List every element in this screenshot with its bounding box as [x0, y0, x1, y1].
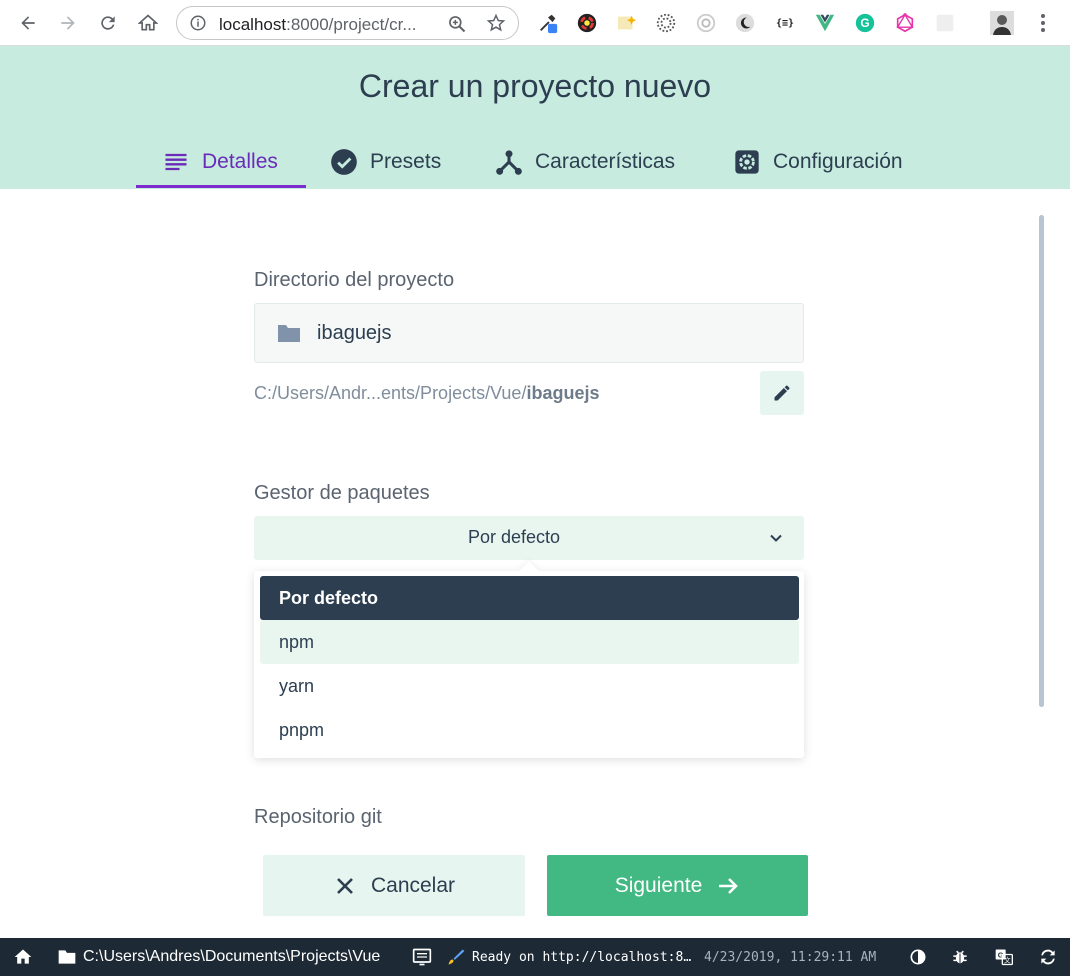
pencil-icon	[774, 385, 790, 401]
dark-mode-extension-icon[interactable]	[734, 12, 756, 34]
reload-icon[interactable]	[93, 8, 123, 38]
option-npm[interactable]: npm	[260, 620, 799, 664]
tab-configuracion[interactable]: Configuración	[733, 134, 903, 189]
log-message: Ready on http://localhost:8…	[472, 949, 692, 965]
close-icon	[337, 877, 353, 894]
brush-icon	[446, 938, 466, 976]
home-status-icon[interactable]	[13, 938, 33, 976]
check-circle-icon	[331, 148, 357, 175]
console-status-icon[interactable]	[412, 938, 432, 976]
package-manager-dropdown: Por defecto npm yarn pnpm	[254, 571, 804, 758]
next-button[interactable]: Siguiente	[547, 855, 808, 916]
next-label: Siguiente	[614, 873, 703, 897]
url-text[interactable]: localhost:8000/project/cr...	[219, 15, 417, 35]
path-prefix: C:/Users/Andr...ents/Projects/Vue/	[254, 383, 527, 403]
back-icon[interactable]	[13, 8, 43, 38]
zoom-icon[interactable]	[447, 14, 467, 34]
url-host: localhost	[219, 15, 287, 34]
profile-avatar-icon[interactable]	[990, 11, 1014, 35]
page-title: Crear un proyecto nuevo	[358, 68, 712, 104]
edit-path-button[interactable]	[760, 371, 804, 415]
app-header: Crear un proyecto nuevo Detalles Presets…	[0, 46, 1070, 189]
tab-caracteristicas[interactable]: Características	[495, 134, 675, 189]
translate-icon[interactable]: G文	[994, 938, 1014, 976]
sparkle-extension-icon[interactable]	[616, 12, 638, 34]
option-yarn[interactable]: yarn	[260, 664, 799, 708]
tab-detalles[interactable]: Detalles	[162, 134, 278, 189]
scrollbar[interactable]	[1039, 215, 1044, 707]
home-icon[interactable]	[133, 8, 163, 38]
fork-icon	[496, 149, 522, 175]
url-path: :8000/project/cr...	[286, 15, 417, 34]
current-folder-path: C:\Users\Andres\Documents\Projects\Vue	[83, 948, 381, 965]
bug-report-icon[interactable]	[950, 938, 970, 976]
json-extension-icon[interactable]: {≡}	[774, 12, 796, 34]
project-folder-field[interactable]: ibaguejs	[254, 303, 804, 363]
tab-label: Detalles	[202, 149, 278, 173]
graphql-icon[interactable]	[894, 12, 916, 34]
option-pnpm[interactable]: pnpm	[260, 708, 799, 752]
vue-devtools-icon[interactable]	[814, 12, 836, 34]
svg-text:文: 文	[1004, 955, 1011, 964]
address-bar[interactable]: localhost:8000/project/cr...	[176, 6, 519, 40]
project-path: C:/Users/Andr...ents/Projects/Vue/ibague…	[254, 383, 599, 404]
path-folder: ibaguejs	[526, 383, 600, 403]
color-wheel-extension-icon[interactable]	[576, 12, 598, 34]
eyedropper-extension-icon[interactable]	[537, 12, 559, 34]
bookmark-star-icon[interactable]	[486, 13, 506, 33]
blank-extension-icon[interactable]	[934, 12, 956, 34]
refresh-icon[interactable]	[1038, 938, 1058, 976]
folder-icon	[278, 325, 300, 342]
info-icon[interactable]	[189, 14, 207, 32]
arrow-right-icon	[719, 877, 739, 894]
cancel-label: Cancelar	[370, 873, 456, 897]
chevron-down-icon	[770, 534, 782, 542]
browser-menu-icon[interactable]	[1036, 10, 1050, 36]
svg-text:G: G	[860, 16, 869, 30]
folder-icon	[58, 950, 76, 964]
forward-icon[interactable]	[53, 8, 83, 38]
package-manager-label: Gestor de paquetes	[254, 482, 430, 504]
list-icon	[165, 153, 187, 170]
git-repository-label: Repositorio git	[254, 806, 382, 828]
active-tab-indicator	[136, 185, 306, 188]
gear-icon	[735, 149, 759, 174]
option-por-defecto[interactable]: Por defecto	[260, 576, 799, 620]
tab-label: Características	[535, 149, 676, 173]
status-bar: C:\Users\Andres\Documents\Projects\Vue R…	[0, 938, 1070, 976]
pattern-extension-icon[interactable]	[655, 12, 677, 34]
log-timestamp: 4/23/2019, 11:29:11 AM	[704, 949, 877, 965]
grammarly-icon[interactable]: G	[854, 12, 876, 34]
tab-label: Presets	[370, 149, 442, 173]
target-extension-icon[interactable]	[695, 12, 717, 34]
folder-status-item[interactable]: C:\Users\Andres\Documents\Projects\Vue	[57, 938, 380, 976]
cancel-button[interactable]: Cancelar	[263, 855, 525, 916]
project-directory-label: Directorio del proyecto	[254, 269, 455, 291]
theme-toggle-icon[interactable]	[908, 938, 928, 976]
browser-toolbar: localhost:8000/project/cr... {≡} G	[0, 0, 1070, 46]
folder-name: ibaguejs	[317, 322, 392, 344]
tab-presets[interactable]: Presets	[330, 134, 441, 189]
package-manager-select[interactable]: Por defecto	[254, 516, 804, 560]
select-value: Por defecto	[467, 527, 561, 547]
tab-label: Configuración	[773, 149, 903, 173]
